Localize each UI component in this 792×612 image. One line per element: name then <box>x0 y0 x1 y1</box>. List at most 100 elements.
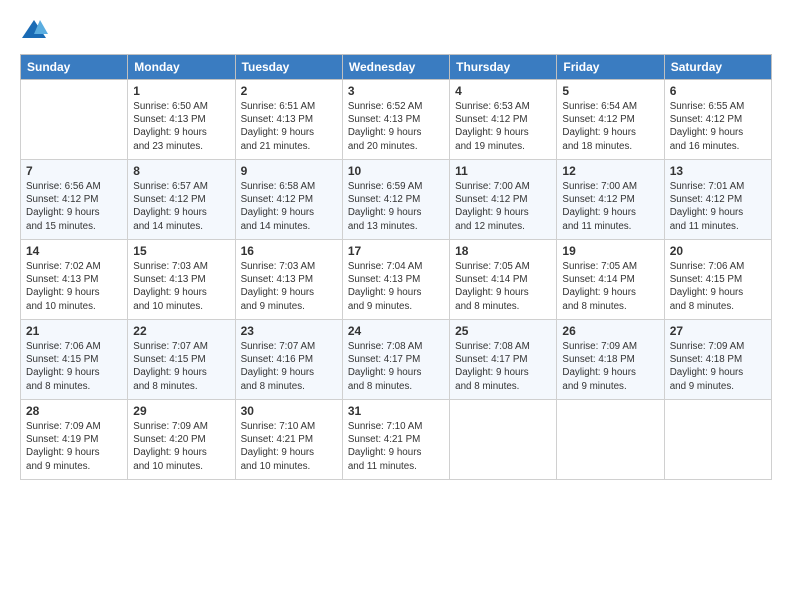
day-number: 19 <box>562 244 658 258</box>
day-number: 2 <box>241 84 337 98</box>
calendar-header-row: SundayMondayTuesdayWednesdayThursdayFrid… <box>21 55 772 80</box>
day-info: Sunrise: 7:00 AM Sunset: 4:12 PM Dayligh… <box>562 180 658 233</box>
calendar-cell: 29 Sunrise: 7:09 AM Sunset: 4:20 PM Dayli… <box>128 400 235 480</box>
day-number: 23 <box>241 324 337 338</box>
calendar-cell: 31 Sunrise: 7:10 AM Sunset: 4:21 PM Dayli… <box>342 400 449 480</box>
day-number: 31 <box>348 404 444 418</box>
day-number: 24 <box>348 324 444 338</box>
weekday-header: Saturday <box>664 55 771 80</box>
day-number: 18 <box>455 244 551 258</box>
day-number: 28 <box>26 404 122 418</box>
calendar-cell: 1 Sunrise: 6:50 AM Sunset: 4:13 PM Daylig… <box>128 80 235 160</box>
day-info: Sunrise: 6:56 AM Sunset: 4:12 PM Dayligh… <box>26 180 122 233</box>
day-number: 21 <box>26 324 122 338</box>
day-info: Sunrise: 7:10 AM Sunset: 4:21 PM Dayligh… <box>348 420 444 473</box>
calendar-cell: 26 Sunrise: 7:09 AM Sunset: 4:18 PM Dayli… <box>557 320 664 400</box>
calendar-cell: 24 Sunrise: 7:08 AM Sunset: 4:17 PM Dayli… <box>342 320 449 400</box>
calendar-cell <box>664 400 771 480</box>
header <box>20 16 772 44</box>
day-number: 25 <box>455 324 551 338</box>
day-info: Sunrise: 7:09 AM Sunset: 4:18 PM Dayligh… <box>670 340 766 393</box>
calendar-cell: 6 Sunrise: 6:55 AM Sunset: 4:12 PM Daylig… <box>664 80 771 160</box>
day-info: Sunrise: 7:04 AM Sunset: 4:13 PM Dayligh… <box>348 260 444 313</box>
page: SundayMondayTuesdayWednesdayThursdayFrid… <box>0 0 792 612</box>
calendar-cell: 22 Sunrise: 7:07 AM Sunset: 4:15 PM Dayli… <box>128 320 235 400</box>
calendar-cell: 25Sunrise: 7:08 AM Sunset: 4:17 PM Dayli… <box>450 320 557 400</box>
day-info: Sunrise: 7:07 AM Sunset: 4:15 PM Dayligh… <box>133 340 229 393</box>
day-info: Sunrise: 7:09 AM Sunset: 4:20 PM Dayligh… <box>133 420 229 473</box>
day-info: Sunrise: 6:57 AM Sunset: 4:12 PM Dayligh… <box>133 180 229 233</box>
calendar-cell: 14 Sunrise: 7:02 AM Sunset: 4:13 PM Dayli… <box>21 240 128 320</box>
calendar-cell: 15 Sunrise: 7:03 AM Sunset: 4:13 PM Dayli… <box>128 240 235 320</box>
calendar-cell: 23 Sunrise: 7:07 AM Sunset: 4:16 PM Dayli… <box>235 320 342 400</box>
day-number: 20 <box>670 244 766 258</box>
day-number: 30 <box>241 404 337 418</box>
calendar-cell: 17 Sunrise: 7:04 AM Sunset: 4:13 PM Dayli… <box>342 240 449 320</box>
day-info: Sunrise: 7:07 AM Sunset: 4:16 PM Dayligh… <box>241 340 337 393</box>
calendar-cell: 5Sunrise: 6:54 AM Sunset: 4:12 PM Daylig… <box>557 80 664 160</box>
day-number: 22 <box>133 324 229 338</box>
calendar-week-row: 28 Sunrise: 7:09 AM Sunset: 4:19 PM Dayli… <box>21 400 772 480</box>
day-number: 4 <box>455 84 551 98</box>
calendar-cell: 27 Sunrise: 7:09 AM Sunset: 4:18 PM Dayli… <box>664 320 771 400</box>
calendar-cell: 20Sunrise: 7:06 AM Sunset: 4:15 PM Dayli… <box>664 240 771 320</box>
calendar-cell <box>21 80 128 160</box>
calendar-cell: 4 Sunrise: 6:53 AM Sunset: 4:12 PM Daylig… <box>450 80 557 160</box>
day-info: Sunrise: 7:10 AM Sunset: 4:21 PM Dayligh… <box>241 420 337 473</box>
day-number: 10 <box>348 164 444 178</box>
day-number: 8 <box>133 164 229 178</box>
day-number: 17 <box>348 244 444 258</box>
calendar-cell: 3 Sunrise: 6:52 AM Sunset: 4:13 PM Daylig… <box>342 80 449 160</box>
calendar-cell: 2 Sunrise: 6:51 AM Sunset: 4:13 PM Daylig… <box>235 80 342 160</box>
calendar-cell <box>450 400 557 480</box>
weekday-header: Monday <box>128 55 235 80</box>
day-info: Sunrise: 7:09 AM Sunset: 4:19 PM Dayligh… <box>26 420 122 473</box>
calendar-cell: 13 Sunrise: 7:01 AM Sunset: 4:12 PM Dayli… <box>664 160 771 240</box>
weekday-header: Wednesday <box>342 55 449 80</box>
day-info: Sunrise: 7:08 AM Sunset: 4:17 PM Dayligh… <box>348 340 444 393</box>
calendar-cell: 8 Sunrise: 6:57 AM Sunset: 4:12 PM Daylig… <box>128 160 235 240</box>
day-number: 13 <box>670 164 766 178</box>
logo-icon <box>20 16 48 44</box>
weekday-header: Friday <box>557 55 664 80</box>
calendar-week-row: 14 Sunrise: 7:02 AM Sunset: 4:13 PM Dayli… <box>21 240 772 320</box>
calendar-week-row: 1 Sunrise: 6:50 AM Sunset: 4:13 PM Daylig… <box>21 80 772 160</box>
day-number: 12 <box>562 164 658 178</box>
day-info: Sunrise: 6:50 AM Sunset: 4:13 PM Dayligh… <box>133 100 229 153</box>
day-info: Sunrise: 6:52 AM Sunset: 4:13 PM Dayligh… <box>348 100 444 153</box>
day-info: Sunrise: 6:51 AM Sunset: 4:13 PM Dayligh… <box>241 100 337 153</box>
day-info: Sunrise: 6:55 AM Sunset: 4:12 PM Dayligh… <box>670 100 766 153</box>
day-number: 14 <box>26 244 122 258</box>
day-info: Sunrise: 7:01 AM Sunset: 4:12 PM Dayligh… <box>670 180 766 233</box>
weekday-header: Tuesday <box>235 55 342 80</box>
calendar-cell <box>557 400 664 480</box>
calendar-cell: 28 Sunrise: 7:09 AM Sunset: 4:19 PM Dayli… <box>21 400 128 480</box>
day-info: Sunrise: 7:05 AM Sunset: 4:14 PM Dayligh… <box>455 260 551 313</box>
weekday-header: Thursday <box>450 55 557 80</box>
day-number: 11 <box>455 164 551 178</box>
calendar-cell: 7Sunrise: 6:56 AM Sunset: 4:12 PM Daylig… <box>21 160 128 240</box>
day-info: Sunrise: 7:06 AM Sunset: 4:15 PM Dayligh… <box>26 340 122 393</box>
day-info: Sunrise: 7:02 AM Sunset: 4:13 PM Dayligh… <box>26 260 122 313</box>
day-info: Sunrise: 6:53 AM Sunset: 4:12 PM Dayligh… <box>455 100 551 153</box>
day-number: 29 <box>133 404 229 418</box>
logo <box>20 16 52 44</box>
day-info: Sunrise: 7:09 AM Sunset: 4:18 PM Dayligh… <box>562 340 658 393</box>
day-number: 6 <box>670 84 766 98</box>
day-number: 1 <box>133 84 229 98</box>
calendar-table: SundayMondayTuesdayWednesdayThursdayFrid… <box>20 54 772 480</box>
calendar-week-row: 7Sunrise: 6:56 AM Sunset: 4:12 PM Daylig… <box>21 160 772 240</box>
calendar-cell: 11Sunrise: 7:00 AM Sunset: 4:12 PM Dayli… <box>450 160 557 240</box>
calendar-cell: 21 Sunrise: 7:06 AM Sunset: 4:15 PM Dayli… <box>21 320 128 400</box>
day-number: 15 <box>133 244 229 258</box>
day-info: Sunrise: 7:03 AM Sunset: 4:13 PM Dayligh… <box>133 260 229 313</box>
calendar-cell: 19Sunrise: 7:05 AM Sunset: 4:14 PM Dayli… <box>557 240 664 320</box>
day-number: 27 <box>670 324 766 338</box>
day-number: 3 <box>348 84 444 98</box>
day-number: 16 <box>241 244 337 258</box>
day-number: 5 <box>562 84 658 98</box>
day-info: Sunrise: 6:59 AM Sunset: 4:12 PM Dayligh… <box>348 180 444 233</box>
calendar-cell: 12 Sunrise: 7:00 AM Sunset: 4:12 PM Dayli… <box>557 160 664 240</box>
day-number: 26 <box>562 324 658 338</box>
day-info: Sunrise: 6:58 AM Sunset: 4:12 PM Dayligh… <box>241 180 337 233</box>
